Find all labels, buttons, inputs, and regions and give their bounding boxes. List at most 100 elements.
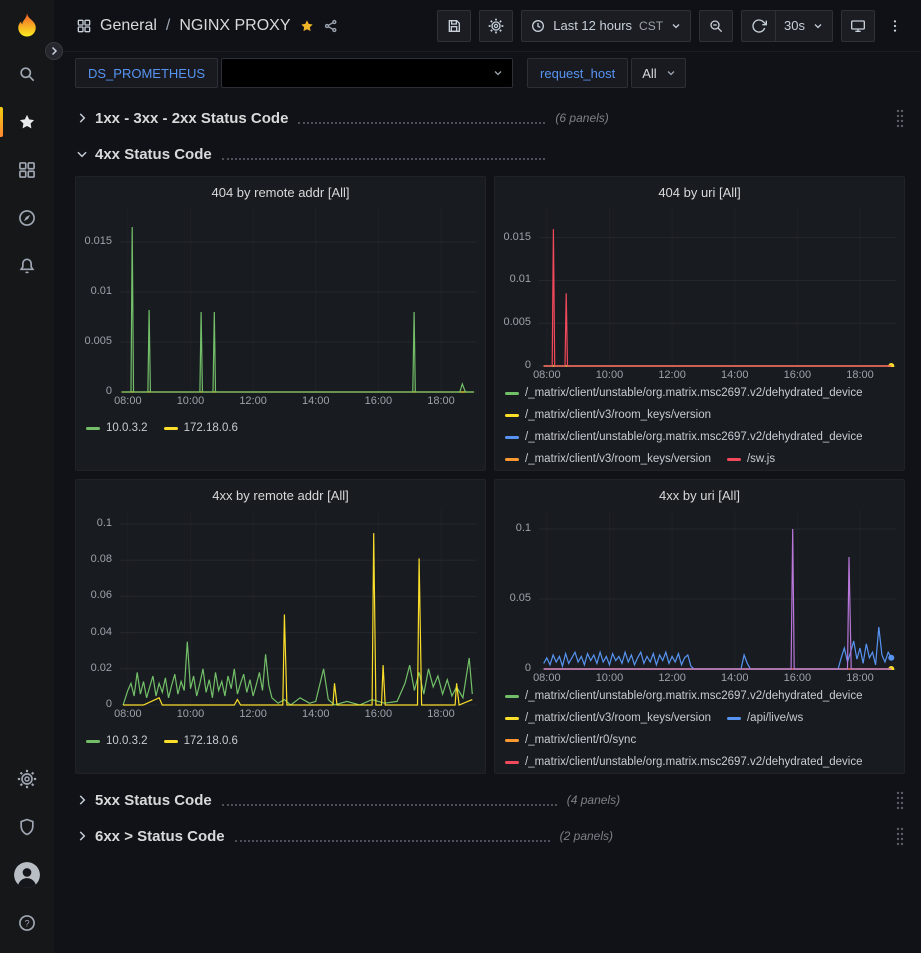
y-tick-label: 0 (525, 359, 531, 371)
tv-mode-button[interactable] (841, 10, 875, 42)
legend-series-marker (727, 717, 741, 720)
legend-item[interactable]: /api/live/ws (727, 712, 803, 724)
y-tick-label: 0.015 (84, 235, 112, 247)
legend-row: /_matrix/client/unstable/org.matrix.msc2… (505, 426, 894, 448)
variable-label-request-host[interactable]: request_host (527, 58, 628, 88)
drag-handle-icon[interactable] (895, 790, 905, 810)
plot-area[interactable] (539, 207, 896, 367)
legend-series-marker (164, 740, 178, 743)
legend-item[interactable]: /_matrix/client/unstable/org.matrix.msc2… (505, 387, 863, 399)
refresh-interval-value: 30s (784, 18, 805, 33)
dashboard-row-6xx[interactable]: 6xx > Status Code (2 panels) (75, 822, 905, 850)
panel-title: 4xx by uri [All] (659, 488, 740, 503)
legend-series-label: 10.0.3.2 (106, 735, 148, 747)
legend-item[interactable]: /_matrix/client/v3/room_keys/version (505, 453, 711, 465)
timezone-label: CST (639, 19, 663, 33)
sidebar-item-explore[interactable] (0, 194, 54, 242)
breadcrumb-folder[interactable]: General (100, 17, 157, 35)
sidebar-item-server-admin[interactable] (0, 803, 54, 851)
y-tick-label: 0 (106, 385, 112, 397)
dashboard-row-5xx[interactable]: 5xx Status Code (4 panels) (75, 786, 905, 814)
save-dashboard-button[interactable] (437, 10, 471, 42)
time-range-picker[interactable]: Last 12 hours CST (521, 10, 691, 42)
panel-header[interactable]: 404 by uri [All] (495, 177, 904, 207)
refresh-button[interactable] (741, 10, 775, 42)
sidebar-item-search[interactable] (0, 50, 54, 98)
sidebar-item-starred[interactable] (0, 98, 54, 146)
dashboard-row-4xx[interactable]: 4xx Status Code (75, 140, 905, 168)
series-line (544, 229, 892, 366)
refresh-icon (751, 18, 767, 34)
legend-item[interactable]: /_matrix/client/v3/room_keys/version (505, 712, 711, 724)
sidebar-item-help[interactable]: ? (0, 899, 54, 947)
sidebar-item-configuration[interactable] (0, 755, 54, 803)
dashboard-settings-button[interactable] (479, 10, 513, 42)
chevron-right-icon (75, 793, 89, 807)
plot-area[interactable] (120, 510, 477, 706)
variable-select-ds-prometheus[interactable] (221, 58, 513, 88)
legend-item[interactable]: 10.0.3.2 (86, 422, 148, 434)
x-tick-label: 14:00 (302, 395, 330, 407)
series-line (544, 627, 892, 669)
x-tick-label: 10:00 (596, 672, 624, 684)
x-axis-labels: 08:0010:0012:0014:0016:0018:00 (120, 395, 477, 411)
legend-item[interactable]: 10.0.3.2 (86, 735, 148, 747)
grafana-logo[interactable] (0, 0, 54, 50)
apps-grid-icon (76, 18, 92, 34)
row-panel-count: (2 panels) (560, 829, 613, 843)
panel-404-by-remote-addr: 404 by remote addr [All] 00.0050.010.015… (75, 176, 486, 471)
series-end-dot (888, 655, 894, 661)
legend-item[interactable]: 172.18.0.6 (164, 422, 238, 434)
dashboard-title[interactable]: NGINX PROXY (179, 17, 290, 35)
panel-header[interactable]: 4xx by uri [All] (495, 480, 904, 510)
x-tick-label: 08:00 (533, 672, 561, 684)
legend: 10.0.3.2 172.18.0.6 (76, 417, 485, 439)
legend-item[interactable]: 172.18.0.6 (164, 735, 238, 747)
row-title: 6xx > Status Code (95, 828, 225, 845)
dashboard-canvas: 1xx - 3xx - 2xx Status Code (6 panels) 4… (54, 94, 921, 953)
apps-grid-icon (17, 160, 37, 180)
share-icon[interactable] (323, 18, 339, 34)
variables-bar: DS_PROMETHEUS request_host All (54, 52, 921, 94)
row-title: 5xx Status Code (95, 792, 212, 809)
plot-area[interactable] (120, 207, 477, 393)
x-axis-labels: 08:0010:0012:0014:0016:0018:00 (120, 708, 477, 724)
legend-series-marker (505, 695, 519, 698)
sidebar-item-alerting[interactable] (0, 242, 54, 290)
chevron-down-icon (492, 67, 504, 79)
gear-icon (488, 18, 504, 34)
zoom-out-button[interactable] (699, 10, 733, 42)
variable-label-ds-prometheus[interactable]: DS_PROMETHEUS (75, 58, 218, 88)
drag-handle-icon[interactable] (895, 826, 905, 846)
legend-item[interactable]: /_matrix/client/v3/room_keys/version (505, 409, 711, 421)
dashboard-row-1xx-3xx-2xx[interactable]: 1xx - 3xx - 2xx Status Code (6 panels) (75, 104, 905, 132)
panel-header[interactable]: 4xx by remote addr [All] (76, 480, 485, 510)
y-tick-label: 0.01 (510, 273, 531, 285)
legend-item[interactable]: /sw.js (727, 453, 775, 465)
legend-item[interactable]: /_matrix/client/unstable/org.matrix.msc2… (505, 690, 863, 702)
drag-handle-icon[interactable] (895, 108, 905, 128)
legend-item[interactable]: /_matrix/client/unstable/org.matrix.msc2… (505, 431, 863, 443)
legend-row: /_matrix/client/unstable/org.matrix.msc2… (505, 751, 894, 773)
sidebar-item-dashboards[interactable] (0, 146, 54, 194)
refresh-interval-dropdown[interactable]: 30s (775, 10, 833, 42)
sidebar-item-profile[interactable] (0, 851, 54, 899)
sidebar-expand-button[interactable] (45, 42, 63, 60)
x-tick-label: 18:00 (846, 672, 874, 684)
y-axis-labels: 00.020.040.060.080.1 (76, 510, 120, 706)
time-range-label: Last 12 hours (553, 18, 632, 33)
kebab-menu-button[interactable] (883, 10, 907, 42)
legend-item[interactable]: /_matrix/client/unstable/org.matrix.msc2… (505, 756, 863, 768)
panel-title: 4xx by remote addr [All] (212, 488, 349, 503)
breadcrumb-separator: / (165, 17, 171, 35)
legend-series-marker (727, 458, 741, 461)
y-tick-label: 0.02 (91, 662, 112, 674)
variable-select-request-host[interactable]: All (631, 58, 685, 88)
legend-item[interactable]: /_matrix/client/r0/sync (505, 734, 636, 746)
plot-area[interactable] (539, 510, 896, 670)
chevron-right-icon (75, 111, 89, 125)
x-tick-label: 16:00 (784, 369, 812, 381)
x-tick-label: 08:00 (114, 708, 142, 720)
panel-header[interactable]: 404 by remote addr [All] (76, 177, 485, 207)
favorite-star-icon[interactable] (299, 18, 315, 34)
